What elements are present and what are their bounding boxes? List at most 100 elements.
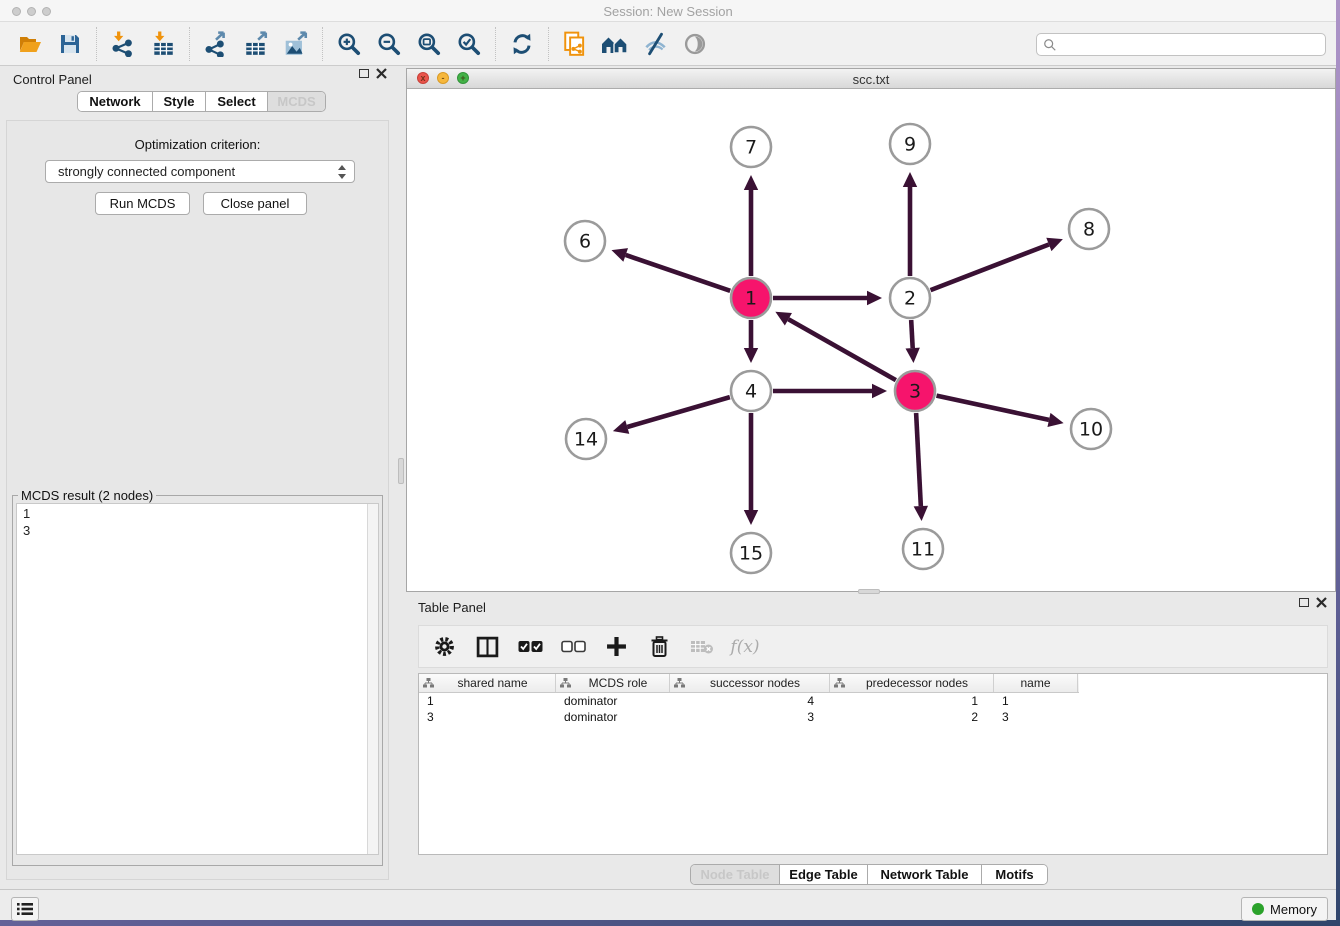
tab-edge-table[interactable]: Edge Table [779, 865, 867, 884]
tab-mcds[interactable]: MCDS [267, 92, 325, 111]
svg-text:1: 1 [745, 288, 757, 310]
graph-node-11[interactable]: 11 [903, 529, 943, 569]
status-bar: Memory [0, 889, 1336, 920]
table-cell[interactable]: dominator [556, 693, 670, 709]
node-table: shared nameMCDS rolesuccessor nodesprede… [418, 673, 1328, 855]
function-builder-button[interactable]: f(x) [732, 635, 758, 659]
zoom-selected-button[interactable] [449, 26, 489, 62]
zoom-in-button[interactable] [329, 26, 369, 62]
table-settings-button[interactable] [431, 635, 457, 659]
unselect-all-columns-button[interactable] [560, 635, 586, 659]
close-panel-button[interactable]: Close panel [203, 192, 307, 215]
table-cell[interactable]: dominator [556, 709, 670, 725]
control-panel-title: Control Panel [13, 72, 92, 87]
import-table-button[interactable] [143, 26, 183, 62]
close-panel-icon[interactable] [376, 68, 387, 79]
table-cell[interactable]: 1 [419, 693, 556, 709]
zoom-out-button[interactable] [369, 26, 409, 62]
graph-node-4[interactable]: 4 [731, 371, 771, 411]
tab-select[interactable]: Select [205, 92, 267, 111]
titlebar: Session: New Session [0, 0, 1336, 22]
edge-4-14[interactable] [627, 397, 730, 427]
checked-boxes-icon [518, 640, 543, 653]
show-column-panel-button[interactable] [474, 635, 500, 659]
hide-selected-button[interactable] [635, 26, 675, 62]
delete-columns-button[interactable] [646, 635, 672, 659]
graph-node-10[interactable]: 10 [1071, 409, 1111, 449]
first-neighbors-button[interactable] [595, 26, 635, 62]
edge-2-3[interactable] [911, 320, 913, 348]
new-network-from-selection-button[interactable] [555, 26, 595, 62]
table-row[interactable]: 1dominator411 [419, 693, 1327, 709]
open-session-button[interactable] [10, 26, 50, 62]
graph-node-2[interactable]: 2 [890, 278, 930, 318]
select-all-columns-button[interactable] [517, 635, 543, 659]
memory-button[interactable]: Memory [1241, 897, 1328, 921]
optimization-criterion-select[interactable]: strongly connected component [45, 160, 355, 183]
column-header-predecessor-nodes[interactable]: predecessor nodes [830, 674, 994, 692]
graph-node-3[interactable]: 3 [895, 371, 935, 411]
column-header-name[interactable]: name [994, 674, 1078, 692]
column-header-successor-nodes[interactable]: successor nodes [670, 674, 830, 692]
plus-icon [606, 636, 627, 657]
edge-3-10[interactable] [937, 396, 1049, 420]
float-panel-icon[interactable] [359, 69, 369, 78]
tab-style[interactable]: Style [152, 92, 205, 111]
float-table-panel-icon[interactable] [1299, 598, 1309, 607]
table-header-row: shared nameMCDS rolesuccessor nodesprede… [419, 674, 1079, 693]
table-body: 1dominator4113dominator323 [419, 693, 1327, 725]
graph-node-15[interactable]: 15 [731, 533, 771, 573]
close-table-panel-icon[interactable] [1316, 597, 1327, 608]
edge-2-8[interactable] [931, 244, 1049, 290]
network-canvas[interactable]: 7 9 6 8 1 2 4 3 14 10 15 11 [407, 89, 1335, 591]
tab-network[interactable]: Network [78, 92, 152, 111]
graph-node-9[interactable]: 9 [890, 124, 930, 164]
export-table-button[interactable] [236, 26, 276, 62]
splitter-grip-vertical[interactable] [398, 458, 404, 484]
refresh-icon [509, 31, 535, 57]
graph-node-8[interactable]: 8 [1069, 209, 1109, 249]
column-header-shared-name[interactable]: shared name [419, 674, 556, 692]
edge-3-11[interactable] [916, 413, 921, 506]
table-cell[interactable]: 4 [670, 693, 830, 709]
table-cell[interactable]: 2 [830, 709, 994, 725]
zoom-fit-button[interactable] [409, 26, 449, 62]
tab-node-table[interactable]: Node Table [691, 865, 779, 884]
search-box [1036, 33, 1326, 56]
task-history-button[interactable] [11, 897, 39, 921]
import-network-button[interactable] [103, 26, 143, 62]
mcds-result-title: MCDS result (2 nodes) [18, 488, 156, 503]
export-image-button[interactable] [276, 26, 316, 62]
create-column-button[interactable] [603, 635, 629, 659]
gear-icon [433, 635, 456, 658]
graph-node-7[interactable]: 7 [731, 127, 771, 167]
table-row[interactable]: 3dominator323 [419, 709, 1327, 725]
table-cell[interactable]: 3 [419, 709, 556, 725]
show-all-button[interactable] [675, 26, 715, 62]
table-cell[interactable]: 1 [994, 693, 1078, 709]
delete-table-button[interactable] [689, 635, 715, 659]
edge-3-1[interactable] [788, 319, 895, 380]
arrowhead-2-9 [903, 172, 917, 187]
fx-icon: f(x) [730, 637, 759, 657]
mcds-result-box[interactable]: 1 3 [16, 503, 379, 855]
graph-node-14[interactable]: 14 [566, 419, 606, 459]
table-cell[interactable]: 1 [830, 693, 994, 709]
table-cell[interactable]: 3 [670, 709, 830, 725]
list-icon [16, 901, 34, 917]
tab-motifs[interactable]: Motifs [981, 865, 1047, 884]
save-session-button[interactable] [50, 26, 90, 62]
run-mcds-button[interactable]: Run MCDS [95, 192, 190, 215]
search-input[interactable] [1057, 36, 1325, 54]
apply-layout-button[interactable] [502, 26, 542, 62]
column-header-MCDS-role[interactable]: MCDS role [556, 674, 670, 692]
splitter-grip-horizontal[interactable] [858, 589, 880, 594]
edge-1-6[interactable] [626, 255, 731, 291]
result-scrollbar-track [367, 504, 378, 854]
export-network-button[interactable] [196, 26, 236, 62]
tab-network-table[interactable]: Network Table [867, 865, 981, 884]
table-cell[interactable]: 3 [994, 709, 1078, 725]
graph-node-6[interactable]: 6 [565, 221, 605, 261]
graph-node-1[interactable]: 1 [731, 278, 771, 318]
control-panel-buttons [359, 68, 387, 79]
